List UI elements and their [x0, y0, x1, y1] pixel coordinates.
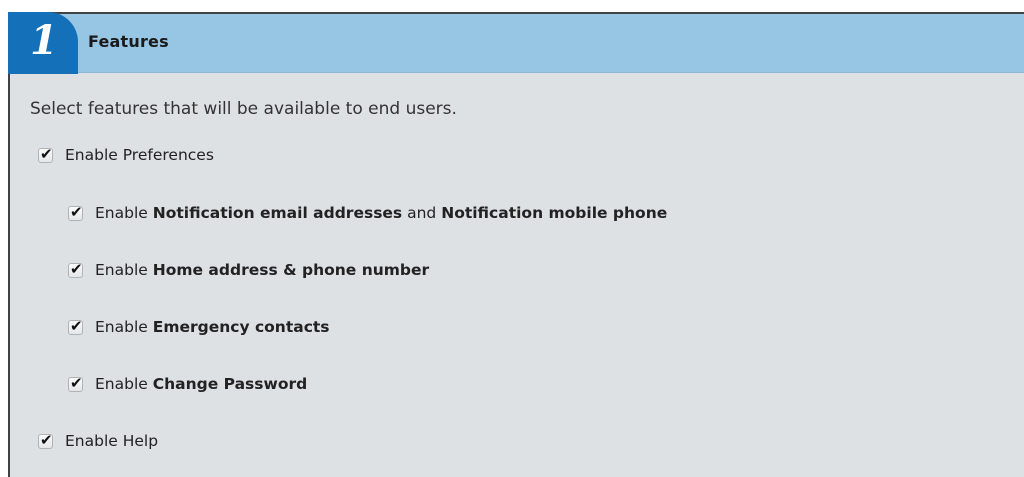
- checkmark-icon: ✔: [70, 202, 83, 221]
- option-label: Emergency contacts: [152, 318, 330, 336]
- option-joiner: and: [407, 204, 437, 222]
- section-description: Select features that will be available t…: [30, 99, 457, 119]
- checkmark-icon: ✔: [40, 144, 53, 163]
- option-prefix: Enable: [65, 146, 118, 164]
- option-prefix: Enable: [65, 432, 118, 450]
- option-label: Notification mobile phone: [441, 204, 668, 222]
- checkmark-icon: ✔: [70, 373, 83, 392]
- checkmark-icon: ✔: [70, 259, 83, 278]
- option-prefix: Enable: [95, 318, 148, 336]
- enable-emergency-contacts-checkbox[interactable]: ✔: [68, 317, 83, 335]
- enable-change-password-checkbox[interactable]: ✔: [68, 374, 83, 392]
- section-header: 1 Features: [8, 12, 1024, 74]
- option-label: Preferences: [122, 146, 214, 164]
- option-label: Home address & phone number: [152, 261, 430, 279]
- option-prefix: Enable: [95, 261, 148, 279]
- enable-preferences-checkbox[interactable]: ✔: [38, 145, 53, 163]
- option-label: Notification email addresses: [152, 204, 403, 222]
- option-label: Help: [122, 432, 159, 450]
- enable-help-checkbox[interactable]: ✔: [38, 431, 53, 449]
- enable-preferences-option[interactable]: ✔ Enable Preferences: [38, 145, 214, 164]
- features-panel: 1 Features Select features that will be …: [8, 12, 1024, 477]
- option-label: Change Password: [152, 375, 308, 393]
- step-number-badge: 1: [8, 12, 78, 74]
- option-prefix: Enable: [95, 204, 148, 222]
- enable-notifications-checkbox[interactable]: ✔: [68, 203, 83, 221]
- section-title: Features: [88, 32, 169, 51]
- enable-home-address-option[interactable]: ✔ Enable Home address & phone number: [68, 260, 430, 279]
- checkmark-icon: ✔: [70, 316, 83, 335]
- enable-help-option[interactable]: ✔ Enable Help: [38, 431, 159, 450]
- checkmark-icon: ✔: [40, 430, 53, 449]
- enable-home-address-checkbox[interactable]: ✔: [68, 260, 83, 278]
- option-prefix: Enable: [95, 375, 148, 393]
- enable-emergency-contacts-option[interactable]: ✔ Enable Emergency contacts: [68, 317, 330, 336]
- enable-notifications-option[interactable]: ✔ Enable Notification email addresses an…: [68, 203, 668, 222]
- enable-change-password-option[interactable]: ✔ Enable Change Password: [68, 374, 308, 393]
